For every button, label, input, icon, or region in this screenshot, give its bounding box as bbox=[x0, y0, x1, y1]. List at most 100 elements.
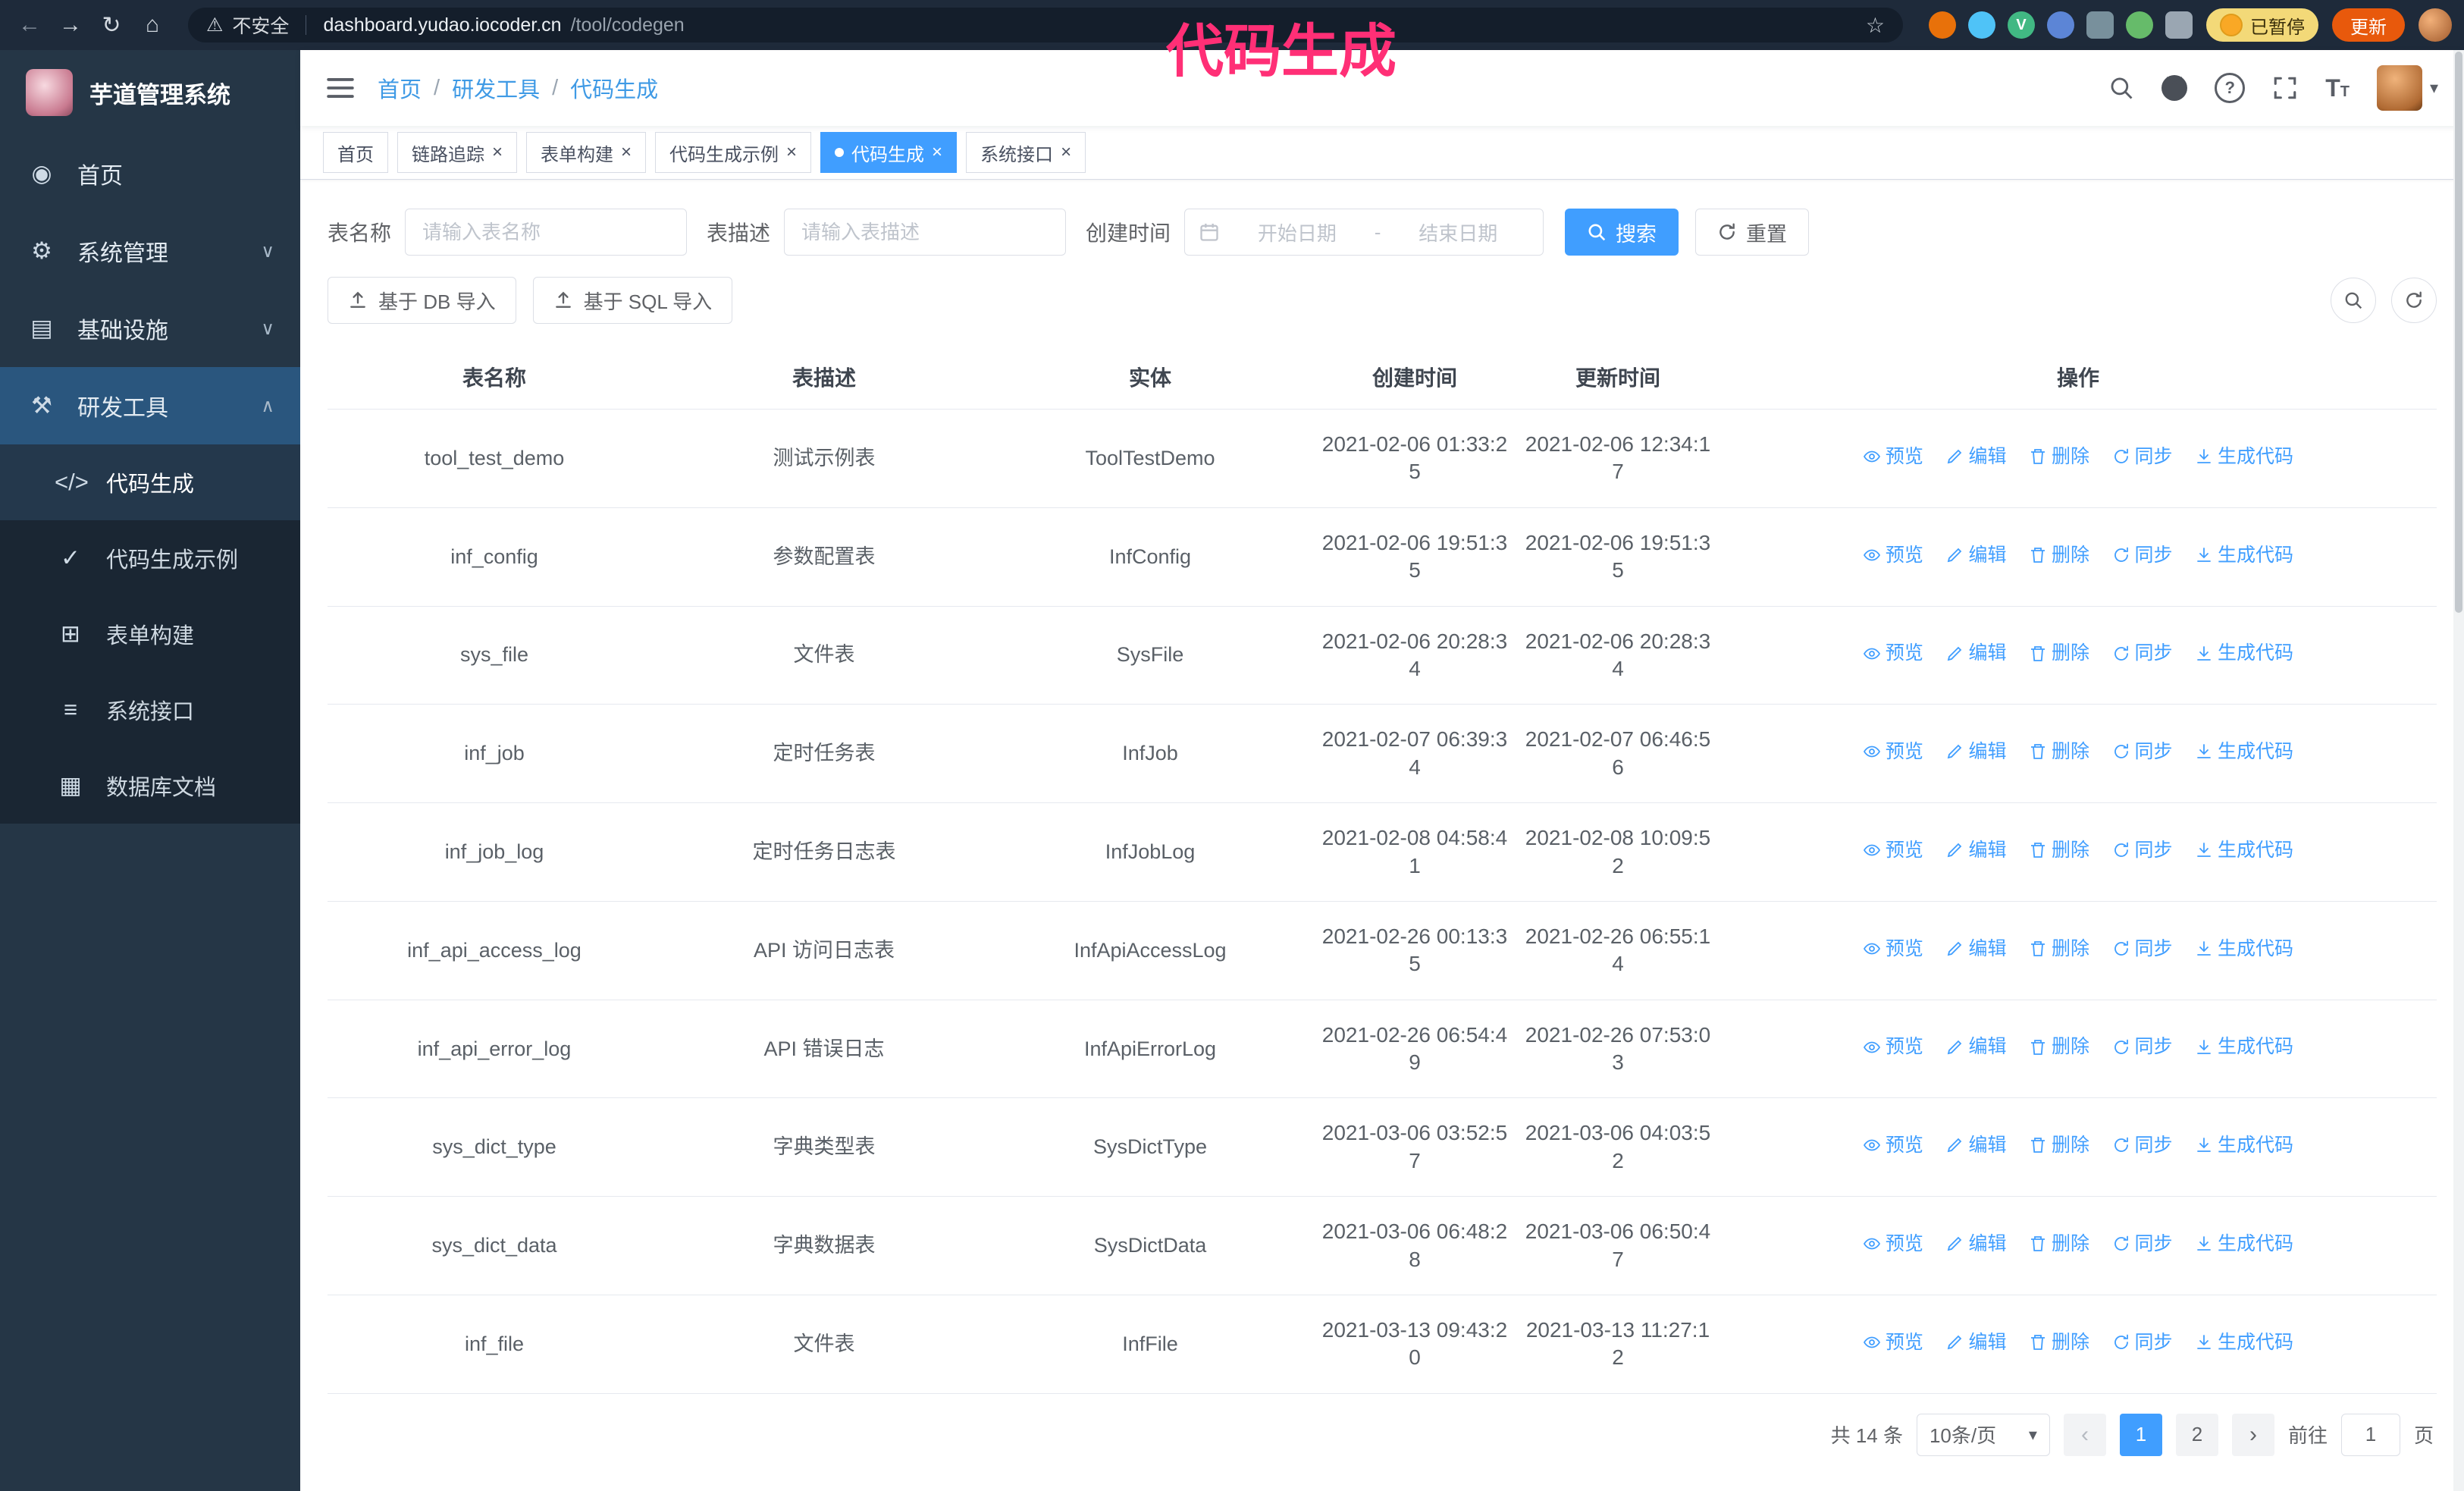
delete-link[interactable]: 删除 bbox=[2029, 838, 2089, 863]
preview-link[interactable]: 预览 bbox=[1863, 739, 1923, 764]
extension-icon-3[interactable] bbox=[2047, 11, 2074, 39]
generate-code-link[interactable]: 生成代码 bbox=[2195, 838, 2293, 863]
delete-link[interactable]: 删除 bbox=[2029, 543, 2089, 568]
edit-link[interactable]: 编辑 bbox=[1945, 937, 2006, 962]
sidebar-item-infrastructure[interactable]: ▤ 基础设施 ∨ bbox=[0, 290, 300, 367]
generate-code-link[interactable]: 生成代码 bbox=[2195, 1133, 2293, 1158]
browser-update-button[interactable]: 更新 bbox=[2332, 8, 2405, 42]
delete-link[interactable]: 删除 bbox=[2029, 641, 2089, 666]
prev-page-button[interactable]: ‹ bbox=[2063, 1413, 2106, 1456]
preview-link[interactable]: 预览 bbox=[1863, 1232, 1923, 1257]
security-chip[interactable]: 不安全 bbox=[232, 11, 289, 39]
page-button-1[interactable]: 1 bbox=[2119, 1413, 2162, 1456]
edit-link[interactable]: 编辑 bbox=[1945, 1232, 2006, 1257]
fullscreen-icon[interactable] bbox=[2272, 75, 2298, 101]
close-icon[interactable]: × bbox=[621, 143, 632, 162]
sidebar-item-db-doc[interactable]: ▦ 数据库文档 bbox=[0, 748, 300, 824]
preview-link[interactable]: 预览 bbox=[1863, 641, 1923, 666]
generate-code-link[interactable]: 生成代码 bbox=[2195, 739, 2293, 764]
search-button[interactable]: 搜索 bbox=[1565, 209, 1679, 256]
generate-code-link[interactable]: 生成代码 bbox=[2195, 1330, 2293, 1355]
generate-code-link[interactable]: 生成代码 bbox=[2195, 1034, 2293, 1059]
preview-link[interactable]: 预览 bbox=[1863, 937, 1923, 962]
edit-link[interactable]: 编辑 bbox=[1945, 838, 2006, 863]
generate-code-link[interactable]: 生成代码 bbox=[2195, 543, 2293, 568]
preview-link[interactable]: 预览 bbox=[1863, 444, 1923, 469]
generate-code-link[interactable]: 生成代码 bbox=[2195, 1232, 2293, 1257]
delete-link[interactable]: 删除 bbox=[2029, 937, 2089, 962]
preview-link[interactable]: 预览 bbox=[1863, 838, 1923, 863]
sidebar-item-dev-tools[interactable]: ⚒ 研发工具 ∧ bbox=[0, 367, 300, 444]
import-sql-button[interactable]: 基于 SQL 导入 bbox=[532, 277, 733, 324]
sync-link[interactable]: 同步 bbox=[2112, 1232, 2173, 1257]
font-size-icon[interactable]: TT bbox=[2325, 74, 2350, 102]
sync-link[interactable]: 同步 bbox=[2112, 444, 2173, 469]
close-icon[interactable]: × bbox=[932, 143, 942, 162]
next-page-button[interactable]: › bbox=[2231, 1413, 2274, 1456]
edit-link[interactable]: 编辑 bbox=[1945, 1034, 2006, 1059]
close-icon[interactable]: × bbox=[786, 143, 797, 162]
sync-link[interactable]: 同步 bbox=[2112, 937, 2173, 962]
generate-code-link[interactable]: 生成代码 bbox=[2195, 937, 2293, 962]
search-icon[interactable] bbox=[2108, 75, 2134, 101]
tab-home[interactable]: 首页 bbox=[323, 132, 388, 173]
tab-form-builder[interactable]: 表单构建 × bbox=[526, 132, 647, 173]
sync-link[interactable]: 同步 bbox=[2112, 1330, 2173, 1355]
refresh-table-button[interactable] bbox=[2391, 278, 2437, 323]
extensions-puzzle-icon[interactable] bbox=[2165, 11, 2193, 39]
generate-code-link[interactable]: 生成代码 bbox=[2195, 444, 2293, 469]
reset-button[interactable]: 重置 bbox=[1695, 209, 1810, 256]
delete-link[interactable]: 删除 bbox=[2029, 1330, 2089, 1355]
sidebar-item-codegen[interactable]: </> 代码生成 bbox=[0, 444, 300, 520]
sidebar-item-system-api[interactable]: ≡ 系统接口 bbox=[0, 672, 300, 748]
delete-link[interactable]: 删除 bbox=[2029, 444, 2089, 469]
preview-link[interactable]: 预览 bbox=[1863, 1330, 1923, 1355]
close-icon[interactable]: × bbox=[492, 143, 503, 162]
table-name-input[interactable] bbox=[405, 209, 688, 256]
tab-trace[interactable]: 链路追踪 × bbox=[397, 132, 518, 173]
edit-link[interactable]: 编辑 bbox=[1945, 641, 2006, 666]
breadcrumb-dev-tools[interactable]: 研发工具 bbox=[452, 72, 540, 104]
delete-link[interactable]: 删除 bbox=[2029, 1034, 2089, 1059]
delete-link[interactable]: 删除 bbox=[2029, 739, 2089, 764]
user-menu[interactable]: ▾ bbox=[2376, 65, 2438, 111]
github-icon[interactable] bbox=[2161, 75, 2188, 101]
app-logo[interactable]: 芋道管理系统 bbox=[0, 50, 300, 135]
toggle-search-button[interactable] bbox=[2331, 278, 2376, 323]
extension-icon-2[interactable] bbox=[1968, 11, 1995, 39]
sidebar-item-home[interactable]: ◉ 首页 bbox=[0, 135, 300, 212]
preview-link[interactable]: 预览 bbox=[1863, 1133, 1923, 1158]
edit-link[interactable]: 编辑 bbox=[1945, 444, 2006, 469]
sync-link[interactable]: 同步 bbox=[2112, 641, 2173, 666]
extension-icon-5[interactable] bbox=[2126, 11, 2153, 39]
extension-icon-1[interactable] bbox=[1929, 11, 1956, 39]
close-icon[interactable]: × bbox=[1061, 143, 1071, 162]
browser-back-button[interactable]: ← bbox=[12, 8, 47, 42]
vue-devtools-icon[interactable]: V bbox=[2008, 11, 2035, 39]
delete-link[interactable]: 删除 bbox=[2029, 1133, 2089, 1158]
scrollbar[interactable] bbox=[2453, 50, 2464, 1491]
generate-code-link[interactable]: 生成代码 bbox=[2195, 641, 2293, 666]
edit-link[interactable]: 编辑 bbox=[1945, 1133, 2006, 1158]
sidebar-item-system-mgmt[interactable]: ⚙ 系统管理 ∨ bbox=[0, 212, 300, 290]
help-icon[interactable]: ? bbox=[2215, 73, 2246, 103]
sync-link[interactable]: 同步 bbox=[2112, 543, 2173, 568]
address-bar[interactable]: ⚠ 不安全 dashboard.yudao.iocoder.cn/tool/co… bbox=[188, 8, 1903, 42]
import-db-button[interactable]: 基于 DB 导入 bbox=[328, 277, 516, 324]
browser-profile-avatar[interactable] bbox=[2419, 8, 2452, 42]
sidebar-item-codegen-example[interactable]: ✓ 代码生成示例 bbox=[0, 520, 300, 596]
date-range-picker[interactable]: 开始日期 - 结束日期 bbox=[1184, 209, 1544, 256]
profile-paused-chip[interactable]: 已暂停 bbox=[2206, 8, 2318, 42]
sync-link[interactable]: 同步 bbox=[2112, 739, 2173, 764]
page-size-select[interactable]: 10条/页 ▾ bbox=[1916, 1413, 2050, 1456]
tab-codegen[interactable]: 代码生成 × bbox=[820, 132, 958, 173]
bookmark-star-icon[interactable]: ☆ bbox=[1866, 13, 1885, 38]
browser-home-button[interactable]: ⌂ bbox=[135, 8, 170, 42]
breadcrumb-home[interactable]: 首页 bbox=[378, 72, 422, 104]
scrollbar-thumb[interactable] bbox=[2455, 52, 2462, 613]
goto-page-input[interactable] bbox=[2340, 1413, 2400, 1456]
edit-link[interactable]: 编辑 bbox=[1945, 543, 2006, 568]
tab-system-api[interactable]: 系统接口 × bbox=[966, 132, 1086, 173]
table-desc-input[interactable] bbox=[784, 209, 1067, 256]
sidebar-item-form-builder[interactable]: ⊞ 表单构建 bbox=[0, 596, 300, 672]
